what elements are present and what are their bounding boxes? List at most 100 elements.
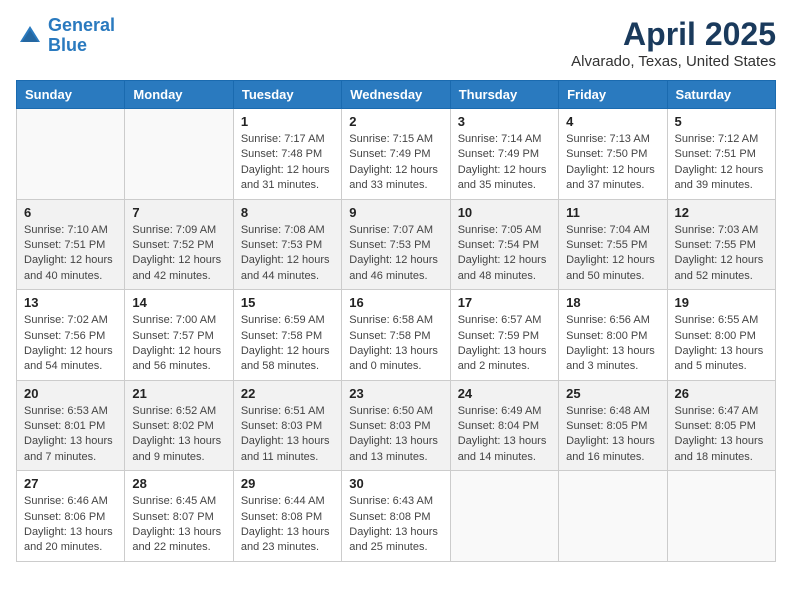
calendar-day-24: 24 Sunrise: 6:49 AM Sunset: 8:04 PM Dayli… [450,380,558,471]
calendar-day-28: 28 Sunrise: 6:45 AM Sunset: 8:07 PM Dayli… [125,471,233,562]
day-info: Sunrise: 6:45 AM Sunset: 8:07 PM Dayligh… [132,494,225,556]
calendar-day-empty [125,109,233,200]
day-number: 21 [132,386,225,401]
day-number: 8 [241,205,334,220]
day-info: Sunrise: 6:56 AM Sunset: 8:00 PM Dayligh… [566,313,659,375]
title-block: April 2025 Alvarado, Texas, United State… [571,16,776,70]
weekday-header-saturday: Saturday [667,81,775,109]
day-info: Sunrise: 7:15 AM Sunset: 7:49 PM Dayligh… [349,132,442,194]
weekday-header-tuesday: Tuesday [233,81,341,109]
calendar-day-1: 1 Sunrise: 7:17 AM Sunset: 7:48 PM Daylig… [233,109,341,200]
calendar-day-22: 22 Sunrise: 6:51 AM Sunset: 8:03 PM Dayli… [233,380,341,471]
calendar-day-14: 14 Sunrise: 7:00 AM Sunset: 7:57 PM Dayli… [125,290,233,381]
day-info: Sunrise: 7:03 AM Sunset: 7:55 PM Dayligh… [675,223,768,285]
day-info: Sunrise: 7:00 AM Sunset: 7:57 PM Dayligh… [132,313,225,375]
day-info: Sunrise: 7:17 AM Sunset: 7:48 PM Dayligh… [241,132,334,194]
day-number: 12 [675,205,768,220]
calendar-day-25: 25 Sunrise: 6:48 AM Sunset: 8:05 PM Dayli… [559,380,667,471]
calendar-day-5: 5 Sunrise: 7:12 AM Sunset: 7:51 PM Daylig… [667,109,775,200]
day-info: Sunrise: 7:10 AM Sunset: 7:51 PM Dayligh… [24,223,117,285]
day-number: 27 [24,476,117,491]
day-info: Sunrise: 6:47 AM Sunset: 8:05 PM Dayligh… [675,404,768,466]
calendar-week-row: 1 Sunrise: 7:17 AM Sunset: 7:48 PM Daylig… [17,109,776,200]
weekday-header-monday: Monday [125,81,233,109]
day-number: 14 [132,295,225,310]
day-info: Sunrise: 6:44 AM Sunset: 8:08 PM Dayligh… [241,494,334,556]
calendar-day-empty [667,471,775,562]
calendar-day-21: 21 Sunrise: 6:52 AM Sunset: 8:02 PM Dayli… [125,380,233,471]
calendar-day-29: 29Sunrise: 6:44 AM Sunset: 8:08 PM Dayli… [233,471,341,562]
day-number: 15 [241,295,334,310]
day-number: 10 [458,205,551,220]
day-info: Sunrise: 7:13 AM Sunset: 7:50 PM Dayligh… [566,132,659,194]
weekday-header-friday: Friday [559,81,667,109]
calendar-day-13: 13 Sunrise: 7:02 AM Sunset: 7:56 PM Dayli… [17,290,125,381]
day-number: 24 [458,386,551,401]
calendar-day-8: 8Sunrise: 7:08 AM Sunset: 7:53 PM Daylig… [233,199,341,290]
day-info: Sunrise: 6:48 AM Sunset: 8:05 PM Dayligh… [566,404,659,466]
day-number: 2 [349,114,442,129]
day-number: 4 [566,114,659,129]
calendar-week-row: 6 Sunrise: 7:10 AM Sunset: 7:51 PM Daylig… [17,199,776,290]
calendar-table: SundayMondayTuesdayWednesdayThursdayFrid… [16,80,776,562]
day-number: 30 [349,476,442,491]
calendar-day-18: 18 Sunrise: 6:56 AM Sunset: 8:00 PM Dayli… [559,290,667,381]
calendar-day-2: 2 Sunrise: 7:15 AM Sunset: 7:49 PM Daylig… [342,109,450,200]
day-info: Sunrise: 7:07 AM Sunset: 7:53 PM Dayligh… [349,223,442,285]
day-number: 5 [675,114,768,129]
weekday-header-sunday: Sunday [17,81,125,109]
calendar-day-3: 3 Sunrise: 7:14 AM Sunset: 7:49 PM Daylig… [450,109,558,200]
day-info: Sunrise: 6:58 AM Sunset: 7:58 PM Dayligh… [349,313,442,375]
weekday-header-thursday: Thursday [450,81,558,109]
logo-text: General Blue [48,16,115,56]
logo: General Blue [16,16,115,56]
day-info: Sunrise: 7:12 AM Sunset: 7:51 PM Dayligh… [675,132,768,194]
calendar-day-10: 10Sunrise: 7:05 AM Sunset: 7:54 PM Dayli… [450,199,558,290]
day-info: Sunrise: 6:49 AM Sunset: 8:04 PM Dayligh… [458,404,551,466]
location-title: Alvarado, Texas, United States [571,53,776,70]
calendar-day-4: 4 Sunrise: 7:13 AM Sunset: 7:50 PM Daylig… [559,109,667,200]
day-info: Sunrise: 7:04 AM Sunset: 7:55 PM Dayligh… [566,223,659,285]
calendar-day-12: 12 Sunrise: 7:03 AM Sunset: 7:55 PM Dayli… [667,199,775,290]
day-info: Sunrise: 6:52 AM Sunset: 8:02 PM Dayligh… [132,404,225,466]
day-number: 13 [24,295,117,310]
day-info: Sunrise: 7:14 AM Sunset: 7:49 PM Dayligh… [458,132,551,194]
weekday-header-wednesday: Wednesday [342,81,450,109]
day-info: Sunrise: 6:53 AM Sunset: 8:01 PM Dayligh… [24,404,117,466]
weekday-header-row: SundayMondayTuesdayWednesdayThursdayFrid… [17,81,776,109]
calendar-week-row: 13 Sunrise: 7:02 AM Sunset: 7:56 PM Dayli… [17,290,776,381]
day-info: Sunrise: 6:57 AM Sunset: 7:59 PM Dayligh… [458,313,551,375]
day-number: 16 [349,295,442,310]
calendar-day-9: 9Sunrise: 7:07 AM Sunset: 7:53 PM Daylig… [342,199,450,290]
calendar-day-7: 7Sunrise: 7:09 AM Sunset: 7:52 PM Daylig… [125,199,233,290]
day-number: 17 [458,295,551,310]
day-info: Sunrise: 6:51 AM Sunset: 8:03 PM Dayligh… [241,404,334,466]
calendar-day-20: 20 Sunrise: 6:53 AM Sunset: 8:01 PM Dayli… [17,380,125,471]
day-number: 23 [349,386,442,401]
calendar-day-17: 17 Sunrise: 6:57 AM Sunset: 7:59 PM Dayli… [450,290,558,381]
day-number: 18 [566,295,659,310]
day-info: Sunrise: 6:43 AM Sunset: 8:08 PM Dayligh… [349,494,442,556]
calendar-day-30: 30 Sunrise: 6:43 AM Sunset: 8:08 PM Dayli… [342,471,450,562]
day-number: 20 [24,386,117,401]
day-number: 7 [132,205,225,220]
day-info: Sunrise: 6:55 AM Sunset: 8:00 PM Dayligh… [675,313,768,375]
day-info: Sunrise: 6:46 AM Sunset: 8:06 PM Dayligh… [24,494,117,556]
calendar-week-row: 27 Sunrise: 6:46 AM Sunset: 8:06 PM Dayli… [17,471,776,562]
day-number: 6 [24,205,117,220]
day-number: 1 [241,114,334,129]
calendar-day-empty [17,109,125,200]
day-info: Sunrise: 6:50 AM Sunset: 8:03 PM Dayligh… [349,404,442,466]
day-number: 22 [241,386,334,401]
calendar-week-row: 20 Sunrise: 6:53 AM Sunset: 8:01 PM Dayli… [17,380,776,471]
day-number: 28 [132,476,225,491]
day-number: 25 [566,386,659,401]
calendar-day-26: 26 Sunrise: 6:47 AM Sunset: 8:05 PM Dayli… [667,380,775,471]
calendar-day-6: 6 Sunrise: 7:10 AM Sunset: 7:51 PM Daylig… [17,199,125,290]
calendar-day-empty [559,471,667,562]
day-number: 3 [458,114,551,129]
day-info: Sunrise: 7:02 AM Sunset: 7:56 PM Dayligh… [24,313,117,375]
calendar-day-15: 15Sunrise: 6:59 AM Sunset: 7:58 PM Dayli… [233,290,341,381]
day-number: 26 [675,386,768,401]
calendar-day-empty [450,471,558,562]
